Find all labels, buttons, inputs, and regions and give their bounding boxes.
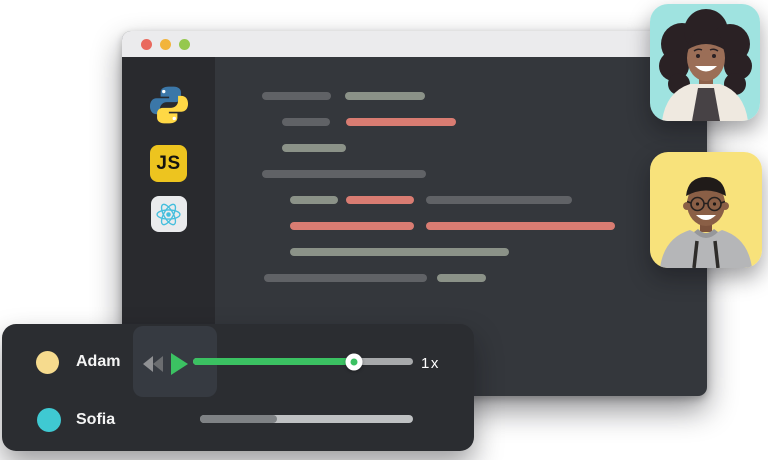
code-line-bar <box>426 222 615 230</box>
window-titlebar <box>122 31 707 57</box>
traffic-light-minimize-button[interactable] <box>160 39 171 50</box>
code-line-bar <box>282 118 330 126</box>
code-line-bar <box>346 118 456 126</box>
progress-slider[interactable] <box>200 415 413 423</box>
code-line-bar <box>262 170 426 178</box>
python-icon[interactable] <box>145 84 193 131</box>
participant-color-dot <box>37 408 61 432</box>
play-icon[interactable] <box>170 352 189 376</box>
participant-video-tile-top <box>650 4 760 121</box>
slider-knob[interactable] <box>345 353 362 370</box>
traffic-light-maximize-button[interactable] <box>179 39 190 50</box>
progress-fill <box>200 415 277 423</box>
code-line-bar <box>262 92 331 100</box>
code-line-bar <box>264 274 427 282</box>
knob-center-dot <box>350 358 357 365</box>
code-line-bar <box>290 222 414 230</box>
progress-slider[interactable] <box>193 358 413 365</box>
playback-panel: Adam 1x Sofia <box>2 324 474 451</box>
code-line-bar <box>346 196 414 204</box>
traffic-light-close-button[interactable] <box>141 39 152 50</box>
participant-video-tile-bottom <box>650 152 762 268</box>
code-line-bar <box>345 92 425 100</box>
participant-name: Sofia <box>76 411 115 429</box>
javascript-icon[interactable]: JS <box>150 145 187 182</box>
rewind-icon[interactable] <box>142 354 166 374</box>
participant-name: Adam <box>76 353 120 371</box>
code-line-bar <box>290 196 338 204</box>
code-line-bar <box>437 274 486 282</box>
code-line-bar <box>290 248 509 256</box>
illustration-canvas: JS <box>0 0 768 460</box>
participant-color-dot <box>36 351 59 374</box>
progress-fill <box>193 358 354 365</box>
playback-speed[interactable]: 1x <box>421 355 440 372</box>
react-icon[interactable] <box>151 196 187 232</box>
woman-portrait-image <box>650 4 760 121</box>
man-portrait-image <box>650 152 762 268</box>
code-line-bar <box>426 196 572 204</box>
code-line-bar <box>282 144 346 152</box>
